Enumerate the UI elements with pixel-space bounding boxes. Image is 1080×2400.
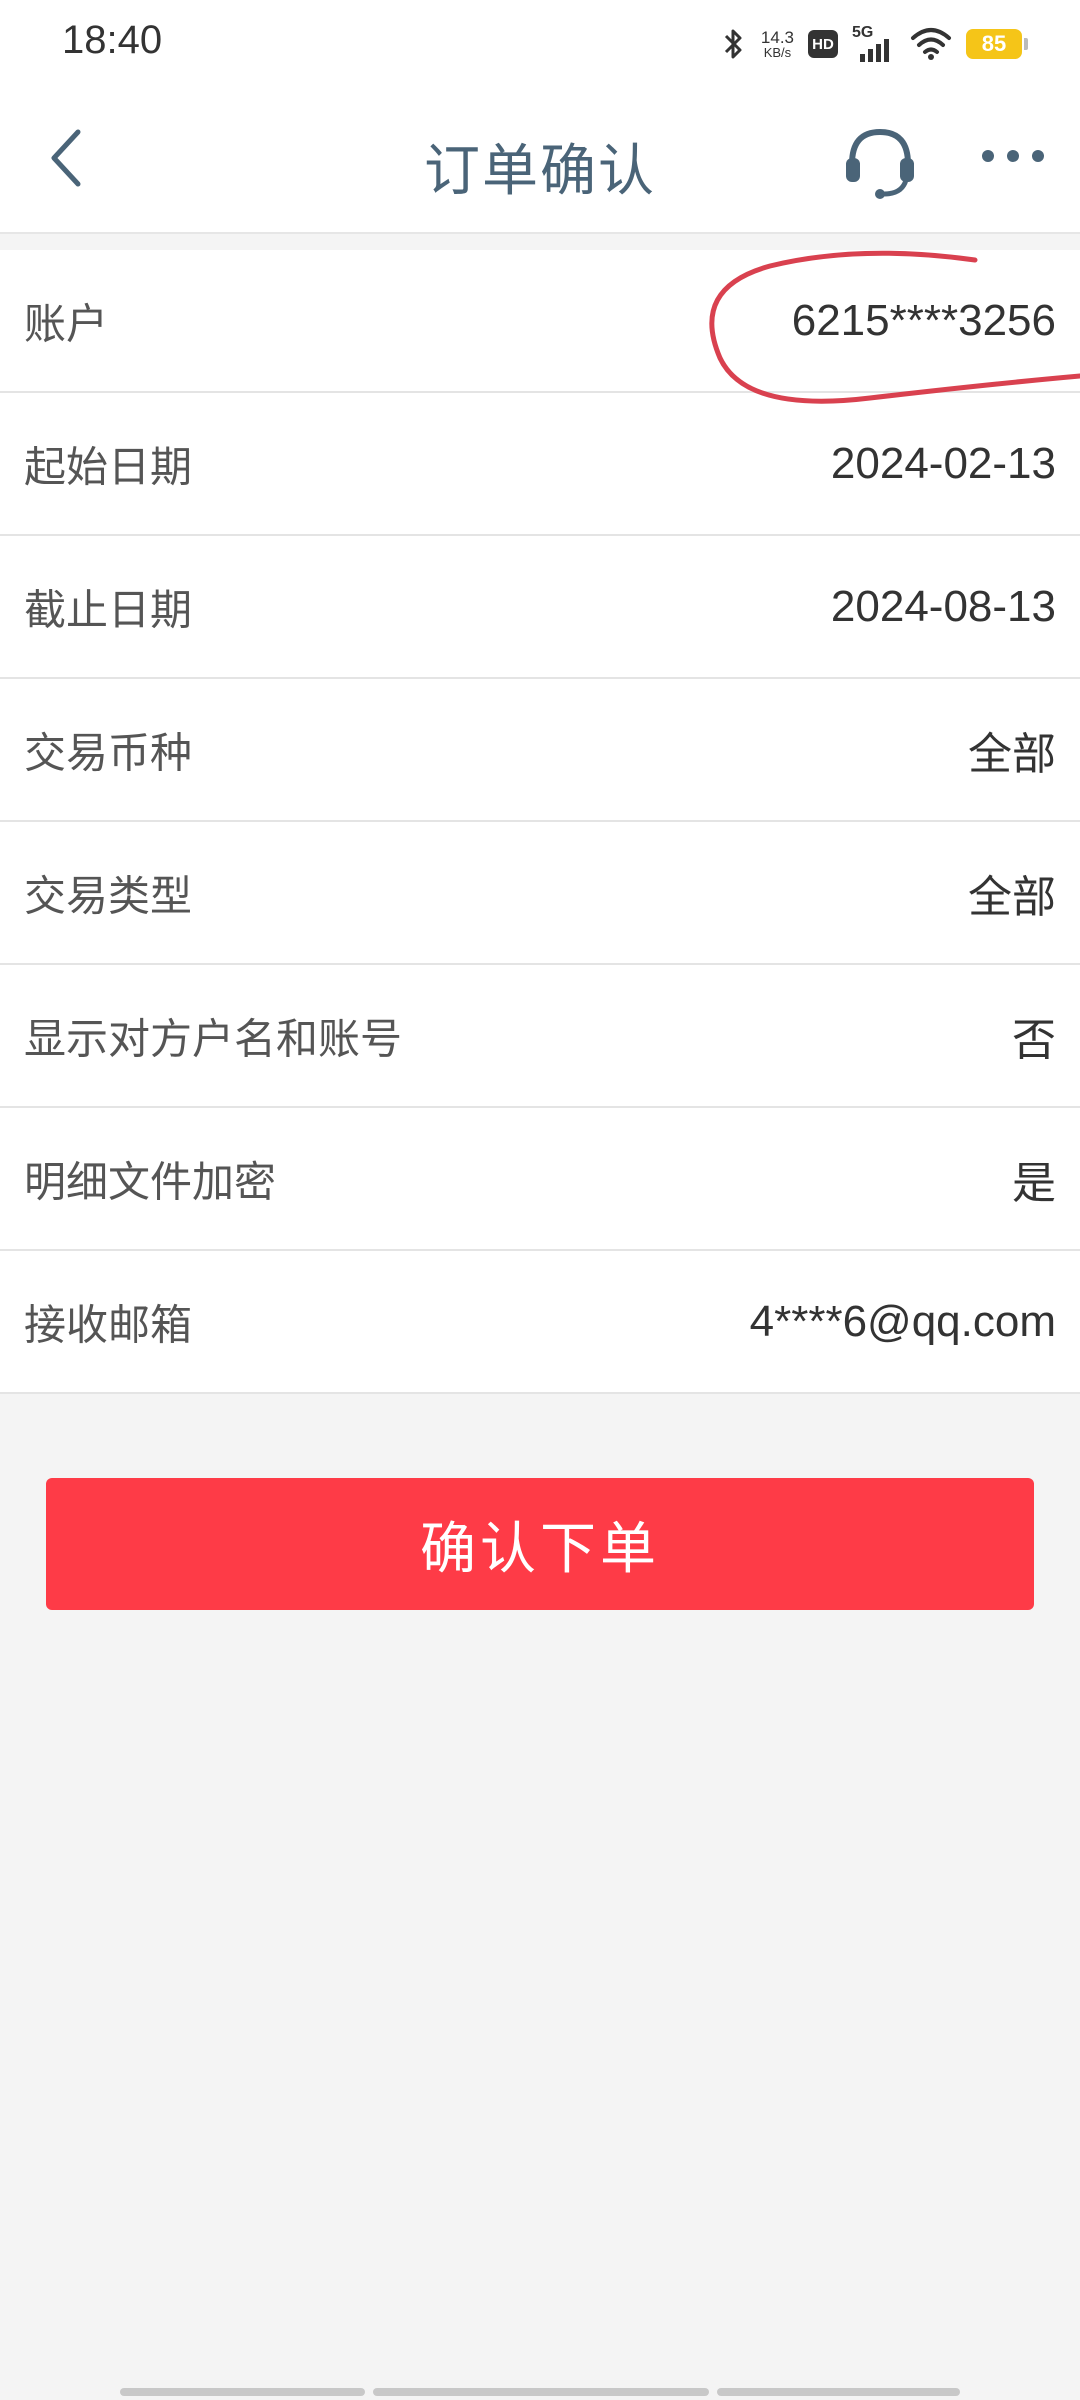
status-bar: 18:40 14.3 KB/s HD 5G 85 [0,0,1080,86]
confirm-order-button[interactable]: 确认下单 [46,1478,1034,1610]
row-value: 全部 [968,872,1056,922]
row-email[interactable]: 接收邮箱 4****6@qq.com [0,1251,1080,1394]
more-dots-icon[interactable] [978,136,1048,176]
row-label: 接收邮箱 [24,1300,193,1349]
headset-icon[interactable] [840,120,920,200]
row-start-date[interactable]: 起始日期 2024-02-13 [0,393,1080,536]
row-file-encryption[interactable]: 明细文件加密 是 [0,1108,1080,1251]
net-speed-unit: KB/s [763,45,792,60]
row-transaction-type[interactable]: 交易类型 全部 [0,822,1080,965]
row-currency[interactable]: 交易币种 全部 [0,679,1080,822]
net-speed-value: 14.3 [760,28,794,47]
battery-icon: 85 [966,29,1028,59]
row-value: 2024-02-13 [830,438,1056,488]
row-value: 4****6@qq.com [749,1296,1056,1346]
row-label: 账户 [24,299,109,348]
wifi-icon [911,28,951,60]
row-label: 明细文件加密 [24,1157,277,1206]
row-value: 2024-08-13 [830,581,1056,631]
row-account[interactable]: 账户 6215****3256 [0,250,1080,393]
row-value: 是 [1012,1158,1056,1208]
row-end-date[interactable]: 截止日期 2024-08-13 [0,536,1080,679]
nav-bar: 订单确认 [0,86,1080,234]
net-speed: 14.3 KB/s [761,29,794,59]
row-label: 交易类型 [24,871,193,920]
gesture-bar [120,2388,960,2396]
status-time: 18:40 [62,18,163,62]
row-label: 交易币种 [24,728,193,777]
section-gap [0,234,1080,250]
status-icons: 14.3 KB/s HD 5G 85 [721,22,1028,66]
order-detail-list: 账户 6215****3256 起始日期 2024-02-13 截止日期 202… [0,250,1080,1394]
row-label: 截止日期 [24,585,193,634]
order-confirm-screen: 18:40 14.3 KB/s HD 5G 85 订单确认 账户 6215***… [0,0,1080,2400]
row-label: 起始日期 [24,442,193,491]
hd-icon: HD [808,30,838,58]
bluetooth-icon [724,29,742,59]
row-show-counterparty[interactable]: 显示对方户名和账号 否 [0,965,1080,1108]
row-value: 6215****3256 [791,295,1056,345]
row-label: 显示对方户名和账号 [24,1014,403,1063]
cellular-signal-icon: 5G [852,24,896,64]
row-value: 全部 [968,729,1056,779]
row-value: 否 [1012,1015,1056,1065]
